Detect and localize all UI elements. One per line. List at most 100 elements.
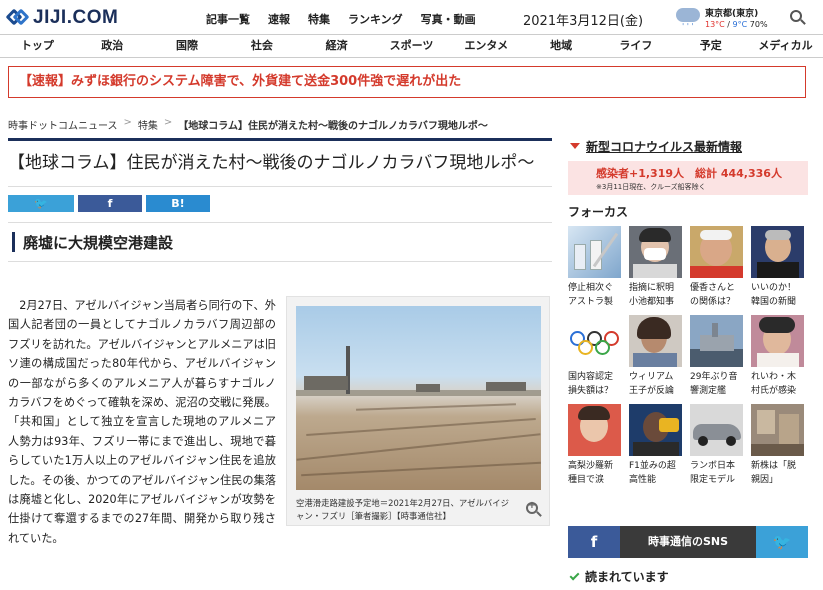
logo-mark-icon xyxy=(5,8,30,28)
focus-item[interactable]: 国内容認定損失額は？ xyxy=(568,315,621,398)
article-title: 【地球コラム】住民が消えた村～戦後のナゴルノカラバフ現地ルポ～ xyxy=(8,153,535,173)
focus-thumbnail[interactable] xyxy=(751,404,804,456)
focus-item[interactable]: 29年ぶり音響測定艦 xyxy=(690,315,743,398)
logo-text: JIJI.COM xyxy=(33,7,119,28)
photo-caption: 空港滑走路建設予定地＝2021年2月27日、アゼルバイジャン・フズリ［筆者撮影］… xyxy=(296,498,510,521)
article-photo[interactable] xyxy=(296,306,541,490)
focus-item[interactable]: F1並みの超高性能 xyxy=(629,404,682,487)
focus-label: いいのか！韓国の新聞 xyxy=(751,283,797,307)
focus-thumbnail[interactable] xyxy=(629,315,682,367)
focus-label: 高梨沙羅新種目で涙 xyxy=(568,461,614,485)
focus-thumbnail[interactable] xyxy=(690,226,743,278)
category-life[interactable]: ライフ xyxy=(599,35,674,57)
share-hatena-button[interactable]: B! xyxy=(146,195,210,212)
breadcrumb-home[interactable]: 時事ドットコムニュース xyxy=(8,117,118,132)
article-main: 【地球コラム】住民が消えた村～戦後のナゴルノカラバフ現地ルポ～ 🐦 f B! 廃… xyxy=(8,138,552,262)
focus-label: F1並みの超高性能 xyxy=(629,461,676,485)
focus-label: れいわ・木村氏が感染 xyxy=(751,372,797,396)
zoom-in-icon[interactable]: + xyxy=(526,500,542,518)
share-buttons: 🐦 f B! xyxy=(8,195,552,212)
focus-thumbnail[interactable] xyxy=(568,404,621,456)
focus-item[interactable]: 新株は「脱親因」 xyxy=(751,404,804,487)
section-heading-bar xyxy=(12,232,15,252)
focus-item[interactable]: ランボ日本限定モデル xyxy=(690,404,743,487)
focus-thumbnail[interactable] xyxy=(690,315,743,367)
category-schedule[interactable]: 予定 xyxy=(673,35,748,57)
top-header: JIJI.COM 記事一覧 速報 特集 ランキング 写真・動画 2021年3月1… xyxy=(0,0,823,34)
nav-breaking[interactable]: 速報 xyxy=(268,11,290,27)
category-sports[interactable]: スポーツ xyxy=(374,35,449,57)
category-nav: トップ 政治 国際 社会 経済 スポーツ エンタメ 地域 ライフ 予定 メディカ… xyxy=(0,34,823,58)
weather-low: 9°C xyxy=(732,20,748,29)
focus-item[interactable]: 高梨沙羅新種目で涙 xyxy=(568,404,621,487)
focus-label: 新株は「脱親因」 xyxy=(751,461,797,485)
sns-facebook-button[interactable]: f xyxy=(568,526,620,558)
category-entertainment[interactable]: エンタメ xyxy=(449,35,524,57)
article-body: 2月27日、アゼルバイジャン当局者ら同行の下、外国人記者団の一員としてナゴルノカ… xyxy=(8,299,276,545)
nav-special[interactable]: 特集 xyxy=(308,11,330,27)
focus-thumbnail[interactable] xyxy=(629,226,682,278)
focus-item[interactable]: 指摘に釈明小池都知事 xyxy=(629,226,682,309)
breadcrumb-special[interactable]: 特集 xyxy=(138,117,158,132)
focus-thumbnail[interactable] xyxy=(568,315,621,367)
category-society[interactable]: 社会 xyxy=(224,35,299,57)
category-politics[interactable]: 政治 xyxy=(75,35,150,57)
triangle-down-icon xyxy=(570,143,580,149)
section-heading-text: 廃墟に大規模空港建設 xyxy=(23,233,174,252)
nav-ranking[interactable]: ランキング xyxy=(348,11,403,27)
covid-title: 新型コロナウイルス最新情報 xyxy=(586,139,743,154)
category-top[interactable]: トップ xyxy=(0,35,75,57)
sns-twitter-button[interactable]: 🐦 xyxy=(756,526,808,558)
covid-note: ※3月11日現在、クルーズ船客除く xyxy=(596,183,706,191)
focus-thumbnail[interactable] xyxy=(751,315,804,367)
sidebar: 新型コロナウイルス最新情報 感染者+1,319人 総計 444,336人 ※3月… xyxy=(568,138,808,487)
focus-thumbnail[interactable] xyxy=(751,226,804,278)
focus-thumbnail[interactable] xyxy=(629,404,682,456)
category-region[interactable]: 地域 xyxy=(524,35,599,57)
section-heading: 廃墟に大規模空港建設 xyxy=(8,222,552,262)
focus-item[interactable]: 優香さんとの関係は？ xyxy=(690,226,743,309)
covid-heading[interactable]: 新型コロナウイルス最新情報 xyxy=(568,138,808,154)
share-facebook-button[interactable]: f xyxy=(78,195,142,212)
focus-thumbnail[interactable] xyxy=(690,404,743,456)
most-read-title: 読まれています xyxy=(585,570,669,584)
focus-label: 停止相次ぐアストラ製 xyxy=(568,283,614,307)
site-logo[interactable]: JIJI.COM xyxy=(5,7,119,29)
breaking-news-banner[interactable]: 【速報】みずほ銀行のシステム障害で、外貨建て送金300件強で遅れが出た xyxy=(8,66,806,98)
category-economy[interactable]: 経済 xyxy=(299,35,374,57)
breadcrumb-separator-icon: > xyxy=(123,117,132,128)
breadcrumb: 時事ドットコムニュース > 特集 > 【地球コラム】住民が消えた村～戦後のナゴル… xyxy=(8,117,488,132)
search-icon[interactable] xyxy=(790,10,806,26)
focus-item[interactable]: れいわ・木村氏が感染 xyxy=(751,315,804,398)
focus-label: ウィリアム王子が反論 xyxy=(629,372,675,396)
focus-heading: フォーカス xyxy=(568,205,629,219)
current-date: 2021年3月12日(金) xyxy=(523,14,644,29)
weather-high: 13°C xyxy=(705,20,725,29)
focus-item[interactable]: 停止相次ぐアストラ製 xyxy=(568,226,621,309)
sns-label[interactable]: 時事通信のSNS xyxy=(620,526,756,558)
breadcrumb-separator-icon: > xyxy=(163,117,173,128)
nav-article-list[interactable]: 記事一覧 xyxy=(206,11,250,27)
top-nav: 記事一覧 速報 特集 ランキング 写真・動画 xyxy=(206,11,476,27)
nav-photo-video[interactable]: 写真・動画 xyxy=(421,11,476,27)
rain-cloud-icon xyxy=(676,8,700,22)
weather-widget[interactable]: ' ' ' 東京都(東京) 13°C / 9°C 70% xyxy=(676,5,776,31)
sns-bar: f 時事通信のSNS 🐦 xyxy=(568,526,808,558)
focus-label: 国内容認定損失額は？ xyxy=(568,372,614,396)
category-medical[interactable]: メディカル xyxy=(748,35,823,57)
focus-item[interactable]: ウィリアム王子が反論 xyxy=(629,315,682,398)
weather-temps: 13°C / 9°C 70% xyxy=(705,20,768,29)
focus-label: 29年ぶり音響測定艦 xyxy=(690,372,738,396)
most-read-heading: 読まれています xyxy=(568,568,669,585)
article-photo-box: 空港滑走路建設予定地＝2021年2月27日、アゼルバイジャン・フズリ［筆者撮影］… xyxy=(286,296,550,526)
focus-label: ランボ日本限定モデル xyxy=(690,461,736,485)
title-rule xyxy=(8,138,552,141)
check-icon xyxy=(569,570,580,580)
category-international[interactable]: 国際 xyxy=(150,35,225,57)
focus-thumbnail[interactable] xyxy=(568,226,621,278)
breadcrumb-current: 【地球コラム】住民が消えた村～戦後のナゴルノカラバフ現地ルポ～ xyxy=(178,121,488,132)
share-twitter-button[interactable]: 🐦 xyxy=(8,195,74,212)
focus-item[interactable]: いいのか！韓国の新聞 xyxy=(751,226,804,309)
covid-stats-box[interactable]: 感染者+1,319人 総計 444,336人 ※3月11日現在、クルーズ船客除く xyxy=(568,161,808,195)
divider xyxy=(8,186,552,187)
